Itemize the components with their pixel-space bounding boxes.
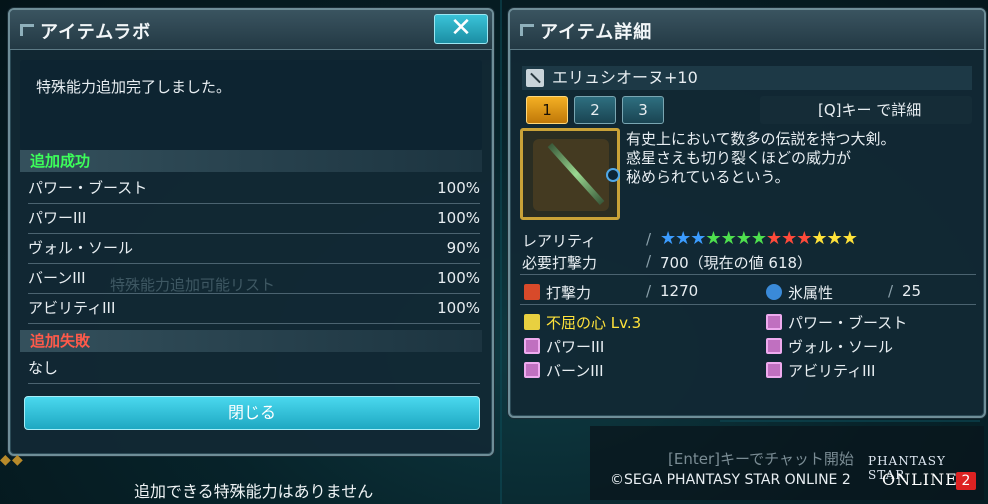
diamond-icon: ◆ bbox=[12, 452, 23, 468]
star-icon: ★ bbox=[690, 228, 706, 249]
fail-header: 追加失敗 bbox=[20, 330, 482, 352]
attack-icon bbox=[524, 284, 540, 300]
star-icon: ★ bbox=[841, 228, 858, 249]
ability-icon bbox=[766, 314, 782, 330]
success-row: バーンIII 100% bbox=[28, 264, 480, 294]
star-icon: ★ bbox=[660, 228, 676, 249]
ability-icon bbox=[524, 338, 540, 354]
item-description: 有史上において数多の伝説を持つ大剣。 惑星さえも切り裂くほどの威力が 秘められて… bbox=[626, 130, 896, 186]
item-detail-window: アイテム詳細 エリュシオーヌ+10 1 2 3 [Q]キー で詳細 有史上におい… bbox=[508, 8, 986, 418]
item-lab-title: アイテムラボ bbox=[40, 22, 152, 43]
result-message-box: 特殊能力追加完了しました。 bbox=[20, 60, 482, 150]
rarity-label: レアリティ bbox=[522, 232, 597, 250]
chat-hint: [Enter]キーでチャット開始 bbox=[668, 450, 854, 468]
star-icon: ★ bbox=[796, 228, 812, 249]
close-x-button[interactable]: ✕ bbox=[434, 14, 488, 44]
diamond-icon: ◆ bbox=[0, 452, 11, 468]
ability-slot: アビリティIII bbox=[788, 362, 876, 380]
success-row: パワー・ブースト 100% bbox=[28, 174, 480, 204]
sword-icon bbox=[526, 69, 544, 87]
star-icon: ★ bbox=[720, 228, 737, 249]
ability-slot: パワー・ブースト bbox=[788, 314, 908, 332]
ability-slot: ヴォル・ソール bbox=[788, 338, 894, 356]
tab-2[interactable]: 2 bbox=[574, 96, 616, 124]
ability-pct: 100% bbox=[437, 209, 480, 227]
ability-icon bbox=[766, 338, 782, 354]
ability-icon bbox=[766, 362, 782, 378]
success-row: パワーIII 100% bbox=[28, 204, 480, 234]
ice-element-icon bbox=[766, 284, 782, 300]
result-message: 特殊能力追加完了しました。 bbox=[36, 78, 232, 96]
ability-name: ヴォル・ソール bbox=[28, 239, 134, 257]
star-icon: ★ bbox=[735, 228, 752, 249]
tab-3[interactable]: 3 bbox=[622, 96, 664, 124]
ability-pct: 100% bbox=[437, 179, 480, 197]
game-logo: PHANTASY STAR ONLINE 2 bbox=[868, 444, 980, 494]
lock-icon bbox=[606, 168, 620, 182]
ability-name: パワーIII bbox=[28, 209, 87, 227]
required-value: 700（現在の値 618） bbox=[660, 254, 813, 272]
ability-name: バーンIII bbox=[28, 269, 86, 287]
ability-pct: 100% bbox=[437, 299, 480, 317]
ability-name: アビリティIII bbox=[28, 299, 116, 317]
item-name-bar: エリュシオーヌ+10 bbox=[522, 66, 972, 90]
no-abilities-text: 追加できる特殊能力はありません bbox=[134, 482, 374, 501]
item-lab-titlebar: アイテムラボ ✕ bbox=[10, 10, 492, 50]
star-icon: ★ bbox=[826, 228, 843, 249]
attack-label: 打撃力 bbox=[546, 284, 592, 302]
title-deco-icon bbox=[20, 24, 34, 36]
star-icon: ★ bbox=[781, 228, 797, 249]
ability-slot: パワーIII bbox=[546, 338, 605, 356]
star-icon: ★ bbox=[750, 228, 767, 249]
success-row: ヴォル・ソール 90% bbox=[28, 234, 480, 264]
close-button[interactable]: 閉じる bbox=[24, 396, 480, 430]
special-ability-icon bbox=[524, 314, 540, 330]
element-label: 氷属性 bbox=[788, 284, 834, 302]
star-icon: ★ bbox=[765, 228, 782, 249]
star-icon: ★ bbox=[675, 228, 691, 249]
star-icon: ★ bbox=[705, 228, 721, 249]
fail-value: なし bbox=[28, 359, 59, 377]
copyright-text: ©SEGA PHANTASY STAR ONLINE 2 bbox=[610, 472, 851, 488]
special-ability: 不屈の心 Lv.3 bbox=[546, 314, 642, 332]
success-row: アビリティIII 100% bbox=[28, 294, 480, 324]
required-label: 必要打撃力 bbox=[522, 254, 598, 272]
ability-pct: 100% bbox=[437, 269, 480, 287]
ability-pct: 90% bbox=[446, 239, 480, 257]
item-detail-title: アイテム詳細 bbox=[540, 22, 653, 43]
tab-1[interactable]: 1 bbox=[526, 96, 568, 124]
item-thumbnail bbox=[520, 128, 620, 220]
fail-row: なし bbox=[28, 354, 480, 384]
element-value: 25 bbox=[902, 282, 922, 300]
star-icon: ★ bbox=[811, 228, 827, 249]
rarity-stars: ★★★★★★★★★★★★★ bbox=[660, 228, 858, 249]
ability-icon bbox=[524, 362, 540, 378]
ability-slot: バーンIII bbox=[546, 362, 604, 380]
item-lab-window: アイテムラボ ✕ 特殊能力追加完了しました。 追加成功 パワー・ブースト 100… bbox=[8, 8, 494, 456]
item-name: エリュシオーヌ+10 bbox=[552, 68, 698, 87]
success-header: 追加成功 bbox=[20, 150, 482, 172]
attack-value: 1270 bbox=[660, 282, 699, 300]
title-deco-icon bbox=[520, 24, 534, 36]
item-detail-titlebar: アイテム詳細 bbox=[510, 10, 984, 50]
detail-button[interactable]: [Q]キー で詳細 bbox=[760, 96, 972, 124]
ability-name: パワー・ブースト bbox=[28, 179, 148, 197]
